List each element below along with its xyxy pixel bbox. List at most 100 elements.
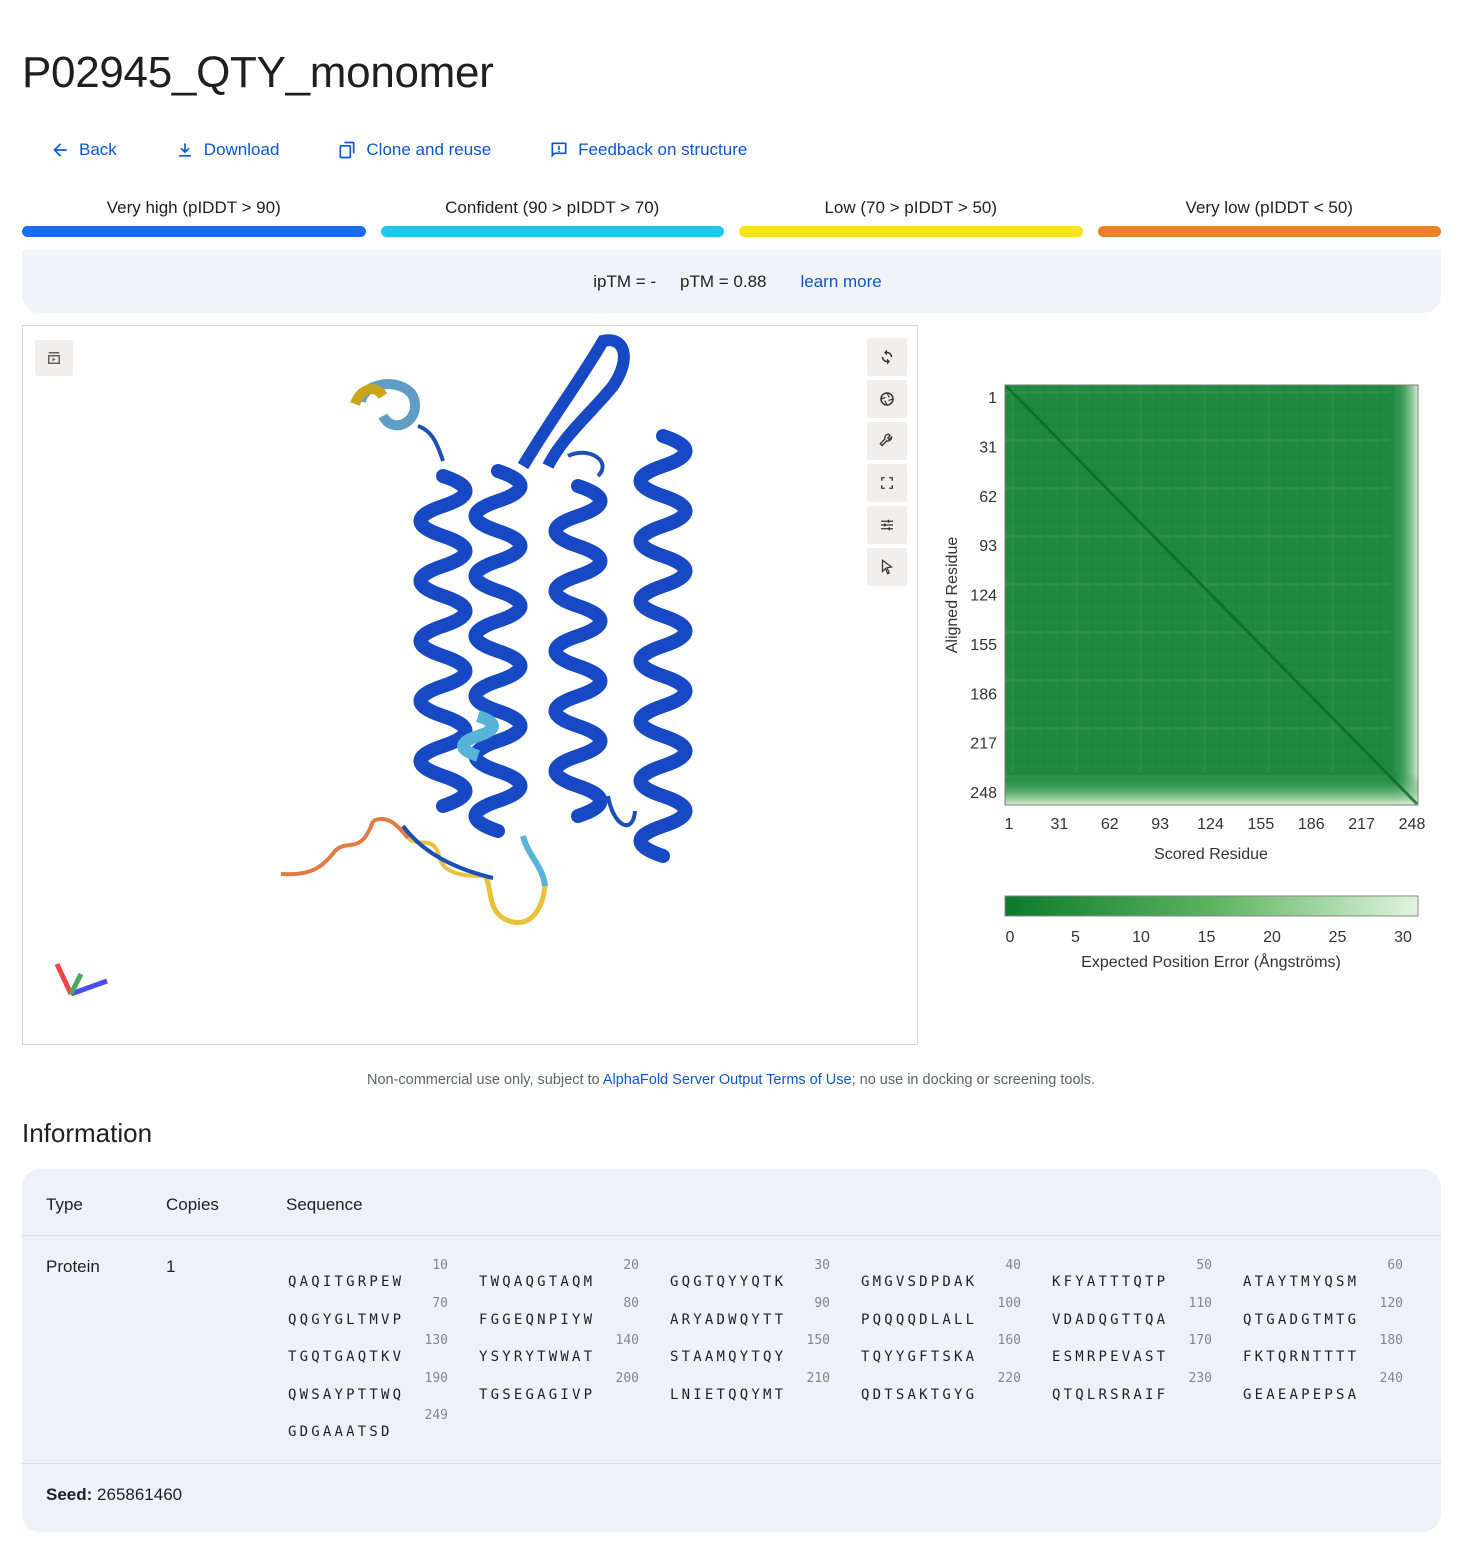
legend-bar: [739, 226, 1083, 237]
sequence-residues: FGGEQNPIYW: [479, 1311, 596, 1328]
sequence-residues: VDADQGTTQA: [1052, 1311, 1169, 1328]
sequence-residues: QTGADGTMTG: [1243, 1311, 1360, 1328]
sequence-chunk: 110 VDADQGTTQA: [1052, 1296, 1212, 1329]
sequence-residues: ATAYTMYQSM: [1243, 1274, 1360, 1290]
colorbar-label: Expected Position Error (Ångströms): [1081, 952, 1341, 971]
row-copies: 1: [166, 1257, 176, 1276]
seed-label: Seed:: [46, 1485, 93, 1504]
controls-button[interactable]: [867, 506, 907, 544]
x-tick-label: 93: [1151, 816, 1169, 833]
sequence-chunk: 50 KFYATTTQTP: [1052, 1259, 1212, 1291]
download-button[interactable]: Download: [175, 140, 280, 160]
sequence-residues: GEAEAPEPSA: [1243, 1386, 1360, 1403]
sequence-residues: QWSAYPTTWQ: [288, 1386, 405, 1403]
y-axis-label: Aligned Residue: [944, 537, 961, 654]
loop-yellow-2: [482, 874, 548, 925]
heatmap-band: [1267, 385, 1270, 773]
sequence-chunk: 120 QTGADGTMTG: [1243, 1295, 1403, 1329]
ptm-score: pTM = 0.88: [680, 271, 767, 291]
y-tick-label: 1: [988, 390, 997, 407]
heatmap-band: [1043, 385, 1046, 773]
score-panel: ipTM = - pTM = 0.88 learn more: [22, 250, 1441, 313]
heatmap-band: [1315, 385, 1318, 773]
top-loop: [417, 424, 445, 462]
sequence-residues: GMGVSDPDAK: [861, 1274, 978, 1290]
pae-heatmap-panel: 1 31 62 93 124 155 186 217 248 1 31 62 93 124 155 186 2…: [930, 325, 1441, 1025]
y-tick-label: 124: [970, 588, 997, 605]
camera-shutter-icon: [880, 392, 894, 406]
information-heading: Information: [22, 1118, 153, 1148]
sequence-position-number: 10: [432, 1258, 448, 1273]
notice-suffix: ; no use in docking or screening tools.: [851, 1072, 1096, 1088]
sequence-position-number: 120: [1379, 1295, 1403, 1311]
learn-more-link[interactable]: learn more: [801, 272, 882, 292]
heatmap-band: [1219, 385, 1222, 773]
selection-mode-button[interactable]: [867, 548, 907, 586]
screenshot-button[interactable]: [867, 380, 907, 418]
feedback-icon: [551, 142, 567, 158]
sequence-residues: ESMRPEVAST: [1052, 1349, 1169, 1365]
sequence-position-number: 160: [997, 1333, 1021, 1348]
x-axis-label: Scored Residue: [1154, 846, 1268, 863]
sequence-residues: TGQTGAQTKV: [288, 1349, 405, 1365]
heatmap-band: [1171, 385, 1174, 773]
clone-reuse-button[interactable]: Clone and reuse: [337, 140, 491, 160]
copy-icon: [339, 141, 355, 159]
confidence-legend: Very high (pIDDT > 90) Confident (90 > p…: [22, 198, 1441, 237]
action-bar: Back Download Clone and reuse Feedback o…: [50, 137, 805, 163]
terms-of-use-link[interactable]: AlphaFold Server Output Terms of Use: [603, 1072, 852, 1088]
sequence-residues: ARYADWQYTT: [670, 1311, 787, 1328]
colorbar-tick-label: 5: [1071, 929, 1080, 946]
y-tick-label: 93: [979, 538, 997, 555]
sequence-chunk: 70 QQGYGLTMVP: [288, 1295, 448, 1329]
feedback-button[interactable]: Feedback on structure: [549, 140, 747, 160]
usage-notice: Non-commercial use only, subject to Alph…: [0, 1072, 1462, 1088]
column-header-sequence: Sequence: [286, 1195, 363, 1214]
fullscreen-button[interactable]: [867, 464, 907, 502]
sequence-chunk: 60 ATAYTMYQSM: [1243, 1259, 1403, 1291]
sequence-chunk: 180 FKTQRNTTTT: [1243, 1334, 1403, 1366]
cursor-icon: [881, 559, 893, 575]
top-loop-2: [567, 450, 605, 478]
sequence-chunk: 130 TGQTGAQTKV: [288, 1334, 448, 1366]
legend-bar: [380, 226, 724, 237]
sequence-position-number: 140: [615, 1333, 639, 1348]
sequence-residues: LNIETQQYMT: [670, 1386, 787, 1403]
back-button[interactable]: Back: [50, 140, 117, 160]
sequence-position-number: 50: [1196, 1258, 1212, 1273]
sequence-chunk: 249 GDGAAATSD: [288, 1409, 448, 1441]
y-tick-label: 217: [970, 736, 997, 753]
sequence-residues: TQYYGFTSKA: [861, 1349, 978, 1365]
column-header-copies: Copies: [166, 1195, 219, 1214]
colorbar: [1004, 895, 1419, 917]
sequence-position-number: 210: [806, 1370, 830, 1386]
row-type: Protein: [46, 1257, 100, 1276]
tail-coil-orange: [280, 820, 375, 877]
sequence-position-number: 200: [615, 1370, 639, 1386]
reset-view-button[interactable]: [867, 338, 907, 376]
clone-label: Clone and reuse: [366, 140, 492, 159]
helix-1: [413, 469, 473, 813]
sequence-residues: QTQLRSRAIF: [1052, 1386, 1169, 1403]
sequence-chunk: 90 ARYADWQYTT: [670, 1296, 830, 1329]
feedback-label: Feedback on structure: [578, 140, 748, 159]
sequence-residues: FKTQRNTTTT: [1243, 1349, 1360, 1365]
heatmap-band: [1251, 385, 1254, 773]
heatmap-band: [1331, 385, 1334, 773]
structure-viewer[interactable]: [22, 325, 918, 1045]
loop-cyan: [520, 835, 548, 887]
x-tick-label: 155: [1248, 816, 1275, 833]
download-label: Download: [203, 140, 280, 159]
arrow-left-icon: [53, 143, 67, 157]
pae-chart: 1316293124155186217248 1 31 62 93 124 155 186 2…: [944, 384, 1425, 971]
sequence-position-number: 70: [432, 1295, 448, 1311]
bottom-loop: [606, 795, 637, 827]
iptm-score: ipTM = -: [593, 271, 657, 291]
x-tick-label: 1: [1005, 816, 1014, 833]
heatmap-band: [1107, 385, 1110, 773]
settings-button[interactable]: [867, 422, 907, 460]
sequence-residues: TGSEGAGIVP: [479, 1386, 596, 1403]
sequence-chunk: 240 GEAEAPEPSA: [1243, 1371, 1403, 1404]
helix-2: [468, 464, 528, 838]
y-tick-label: 62: [979, 489, 997, 506]
